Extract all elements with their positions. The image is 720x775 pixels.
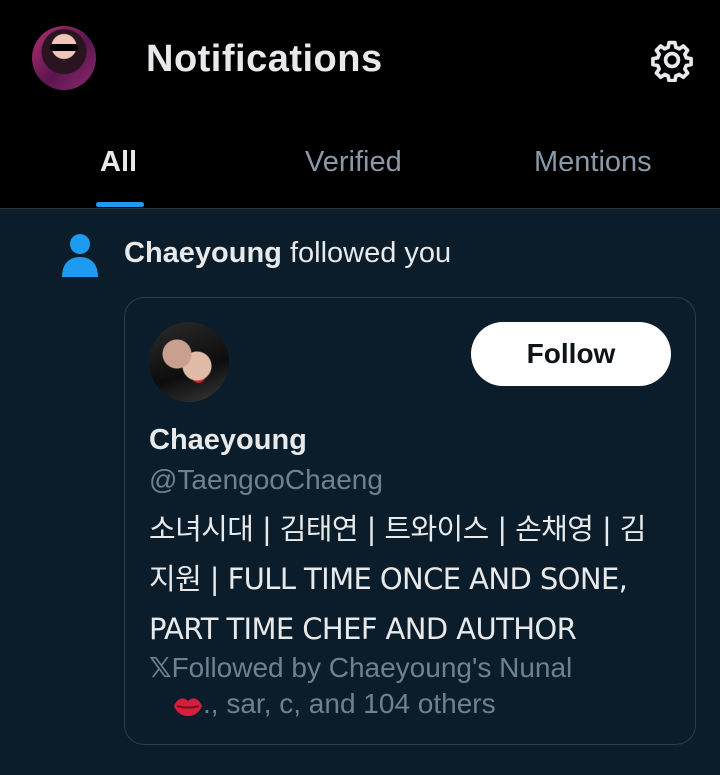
notification-tabs: All Verified Mentions <box>0 120 720 209</box>
tab-mentions[interactable]: Mentions <box>534 146 652 179</box>
kiss-lips-icon <box>174 698 202 716</box>
user-card[interactable]: Follow Chaeyoung @TaengooChaeng 소녀시대 | 김… <box>124 297 696 745</box>
user-display-name[interactable]: Chaeyoung <box>149 424 307 457</box>
actor-name[interactable]: Chaeyoung <box>124 237 282 269</box>
notification-action: followed you <box>281 237 452 269</box>
notification-list: Chaeyoung followed you Follow Chaeyoung … <box>0 209 720 775</box>
followed-by-text: 𝕏Followed by Chaeyoung's Nunal ., sar, c… <box>149 650 669 722</box>
followed-by-rest: ., sar, c, and 104 others <box>203 688 496 719</box>
followed-by-prefix: Followed by Chaeyoung's Nunal <box>171 652 573 683</box>
sunglasses-detail <box>50 44 78 51</box>
follow-notification-text[interactable]: Chaeyoung followed you <box>124 237 451 270</box>
user-bio: 소녀시대 | 김태연 | 트와이스 | 손채영 | 김지원 | FULL TIM… <box>149 512 646 646</box>
user-avatar[interactable] <box>149 322 229 402</box>
page-title: Notifications <box>146 38 383 80</box>
gear-icon[interactable] <box>650 38 694 82</box>
top-bar: Notifications <box>0 0 720 120</box>
x-logo-icon: 𝕏 <box>149 652 172 683</box>
user-handle[interactable]: @TaengooChaeng <box>149 464 383 496</box>
profile-avatar[interactable] <box>32 26 96 90</box>
follow-button[interactable]: Follow <box>471 322 671 386</box>
tab-verified[interactable]: Verified <box>305 146 402 179</box>
tab-all[interactable]: All <box>100 146 137 179</box>
person-icon <box>62 234 98 277</box>
active-tab-indicator <box>96 202 144 207</box>
